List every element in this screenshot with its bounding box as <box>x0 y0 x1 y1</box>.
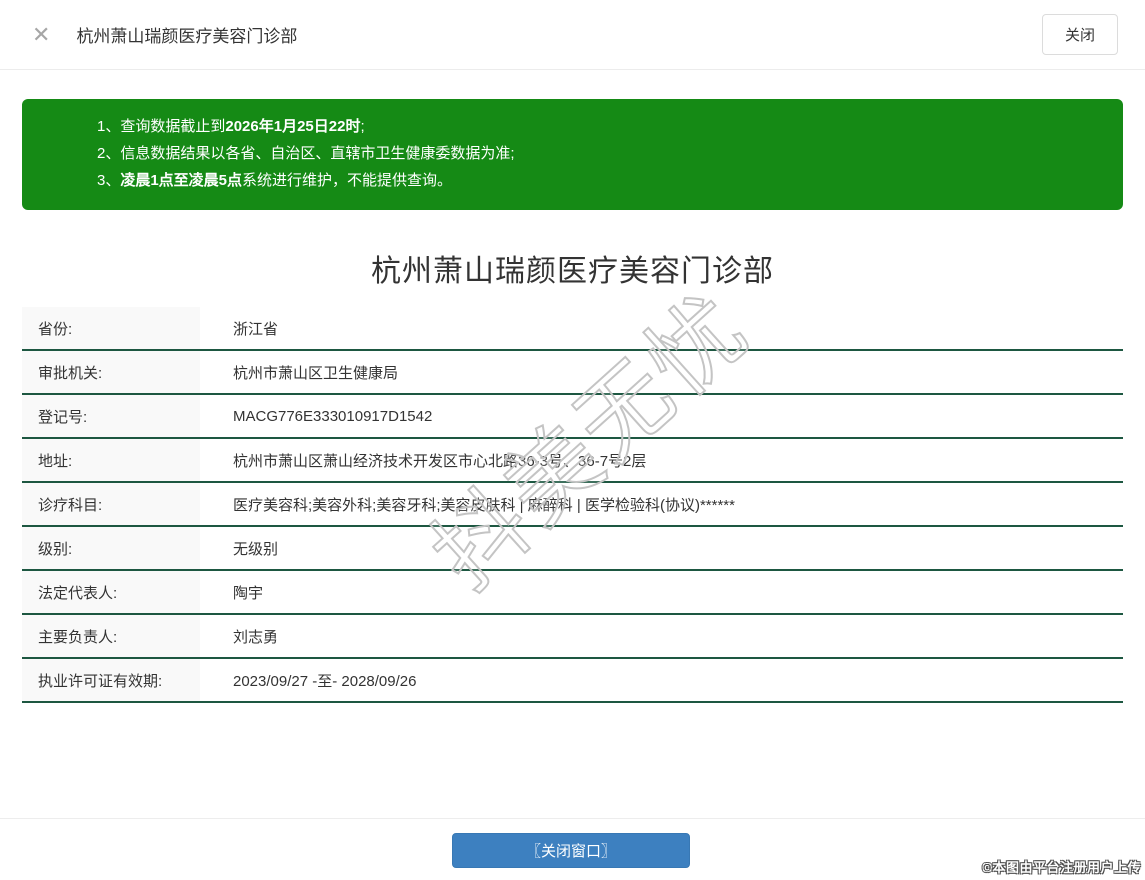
table-row-registration-number: 登记号: MACG776E333010917D1542 <box>22 395 1123 439</box>
close-window-button[interactable]: 〖关闭窗口〗 <box>452 833 690 868</box>
row-value: MACG776E333010917D1542 <box>200 395 1123 437</box>
row-value: 无级别 <box>200 527 1123 569</box>
footer-divider <box>0 818 1145 819</box>
notice-line-bold: 凌晨1点至凌晨5点 <box>120 172 242 189</box>
copyright-watermark: ©本图由平台注册用户上传 <box>982 857 1141 876</box>
row-label: 诊疗科目: <box>22 483 200 525</box>
info-table: 省份: 浙江省 审批机关: 杭州市萧山区卫生健康局 登记号: MACG776E3… <box>22 307 1123 703</box>
notice-banner: 1、查询数据截止到2026年1月25日22时; 2、信息数据结果以各省、自治区、… <box>22 99 1123 210</box>
table-row-legal-representative: 法定代表人: 陶宇 <box>22 571 1123 615</box>
row-label: 级别: <box>22 527 200 569</box>
window-title: 杭州萧山瑞颜医疗美容门诊部 <box>76 22 297 47</box>
row-label: 地址: <box>22 439 200 481</box>
notice-line-2: 2、信息数据结果以各省、自治区、直辖市卫生健康委数据为准; <box>97 140 1103 167</box>
table-row-address: 地址: 杭州市萧山区萧山经济技术开发区市心北路36-3号、36-7号2层 <box>22 439 1123 483</box>
row-value: 2023/09/27 -至- 2028/09/26 <box>200 659 1123 701</box>
table-row-approval-authority: 审批机关: 杭州市萧山区卫生健康局 <box>22 351 1123 395</box>
notice-line-3: 3、凌晨1点至凌晨5点系统进行维护，不能提供查询。 <box>97 167 1103 194</box>
close-x-icon[interactable]: ✕ <box>32 24 50 46</box>
table-row-province: 省份: 浙江省 <box>22 307 1123 351</box>
page-title: 杭州萧山瑞颜医疗美容门诊部 <box>0 246 1145 290</box>
row-label: 执业许可证有效期: <box>22 659 200 701</box>
table-row-level: 级别: 无级别 <box>22 527 1123 571</box>
row-label: 省份: <box>22 307 200 349</box>
row-label: 法定代表人: <box>22 571 200 613</box>
row-value: 杭州市萧山区卫生健康局 <box>200 351 1123 393</box>
notice-line-text: ; <box>360 118 364 135</box>
notice-line-text: 信息数据结果以各省、自治区、直辖市卫生健康委数据为准; <box>120 145 514 162</box>
close-button[interactable]: 关闭 <box>1042 14 1118 55</box>
row-value: 刘志勇 <box>200 615 1123 657</box>
row-label: 主要负责人: <box>22 615 200 657</box>
notice-line-bold: 2026年1月25日22时 <box>225 118 360 135</box>
notice-line-num: 2、 <box>97 145 120 162</box>
notice-line-text: 系统进行维护，不能提供查询。 <box>242 172 452 189</box>
notice-line-text: 查询数据截止到 <box>120 118 225 135</box>
table-row-principal: 主要负责人: 刘志勇 <box>22 615 1123 659</box>
row-value: 陶宇 <box>200 571 1123 613</box>
notice-line-num: 1、 <box>97 118 120 135</box>
row-value: 杭州市萧山区萧山经济技术开发区市心北路36-3号、36-7号2层 <box>200 439 1123 481</box>
notice-line-1: 1、查询数据截止到2026年1月25日22时; <box>97 113 1103 140</box>
table-row-departments: 诊疗科目: 医疗美容科;美容外科;美容牙科;美容皮肤科 | 麻醉科 | 医学检验… <box>22 483 1123 527</box>
row-value: 浙江省 <box>200 307 1123 349</box>
row-value: 医疗美容科;美容外科;美容牙科;美容皮肤科 | 麻醉科 | 医学检验科(协议)*… <box>200 483 1123 525</box>
row-label: 审批机关: <box>22 351 200 393</box>
row-label: 登记号: <box>22 395 200 437</box>
notice-line-num: 3、 <box>97 172 120 189</box>
table-row-license-validity: 执业许可证有效期: 2023/09/27 -至- 2028/09/26 <box>22 659 1123 703</box>
top-bar: ✕ 杭州萧山瑞颜医疗美容门诊部 关闭 <box>0 0 1145 70</box>
